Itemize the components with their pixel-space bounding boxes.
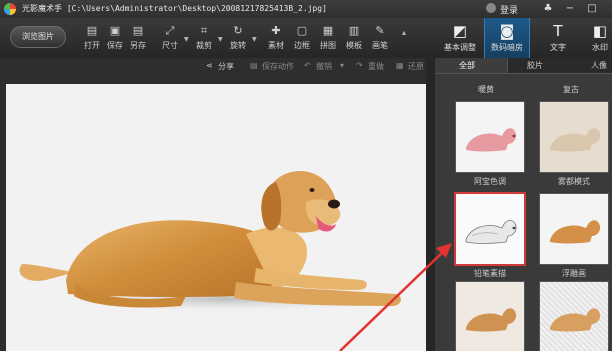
annotation-arrow [339, 243, 452, 351]
app-window: 光影魔术手 [C:\Users\Administrator\Desktop\20… [0, 0, 612, 351]
